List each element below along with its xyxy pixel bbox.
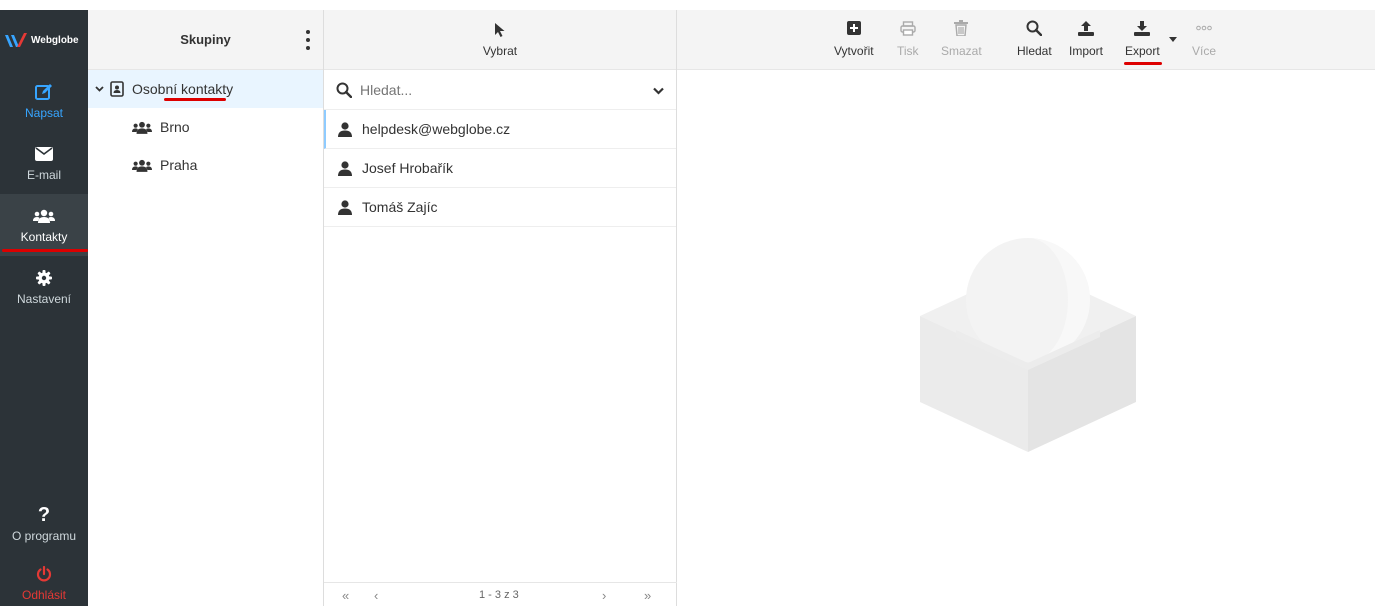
contact-name: helpdesk@webglobe.cz (362, 121, 511, 137)
print-button[interactable]: Tisk (897, 18, 919, 58)
nav-compose[interactable]: Napsat (0, 70, 88, 132)
contact-item[interactable]: Josef Hrobařík (324, 149, 676, 188)
download-icon (1134, 18, 1151, 38)
more-label: Více (1192, 44, 1217, 58)
select-label: Vybrat (482, 43, 518, 58)
export-dropdown-caret-icon[interactable] (1169, 37, 1177, 42)
question-icon: ? (37, 503, 51, 526)
import-button[interactable]: Import (1069, 18, 1103, 58)
main-nav: Webglobe Napsat E-mail Kontakty Nastaven… (0, 10, 88, 606)
users-icon (33, 206, 55, 226)
logo-text: Webglobe (31, 34, 79, 46)
contact-name: Tomáš Zajíc (362, 199, 438, 215)
chevron-down-icon[interactable] (653, 82, 664, 98)
compose-icon (35, 82, 53, 102)
group-item-brno[interactable]: Brno (88, 108, 323, 146)
print-label: Tisk (897, 44, 919, 58)
create-button[interactable]: Vytvořit (834, 18, 874, 58)
search-input[interactable] (360, 81, 620, 98)
groups-header: Skupiny (88, 10, 323, 70)
contacts-panel: Vybrat helpdesk@webglobe.cz Josef Hrobař… (324, 10, 677, 606)
plus-square-icon (846, 18, 861, 38)
nav-contacts[interactable]: Kontakty (0, 194, 88, 256)
users-icon (132, 121, 152, 134)
select-button[interactable]: Vybrat (324, 10, 676, 70)
export-label: Export (1125, 44, 1160, 58)
delete-button[interactable]: Smazat (941, 18, 982, 58)
group-item-praha[interactable]: Praha (88, 146, 323, 184)
more-button[interactable]: Více (1192, 18, 1216, 58)
first-page-button[interactable]: « (342, 588, 349, 603)
printer-icon (900, 18, 916, 38)
more-dots-icon (1196, 18, 1212, 38)
person-icon (338, 160, 352, 176)
nav-settings[interactable]: Nastavení (0, 256, 88, 318)
contact-item[interactable]: helpdesk@webglobe.cz (324, 110, 676, 149)
toolbar: Vytvořit Tisk Smazat Hledat Import Expor… (677, 10, 1375, 70)
nav-logout[interactable]: Odhlásit (0, 560, 88, 606)
annotation-underline-personal (164, 98, 226, 101)
search-icon (1026, 18, 1043, 38)
contact-item[interactable]: Tomáš Zajíc (324, 188, 676, 227)
create-label: Vytvořit (834, 44, 874, 58)
prev-page-button[interactable]: ‹ (374, 588, 378, 603)
next-page-button[interactable]: › (602, 588, 606, 603)
group-label: Brno (160, 119, 190, 135)
import-label: Import (1069, 44, 1104, 58)
kebab-menu-icon[interactable] (305, 30, 311, 50)
nav-about[interactable]: ? O programu (0, 493, 88, 555)
users-icon (132, 159, 152, 172)
group-item-personal[interactable]: Osobní kontakty (88, 70, 323, 108)
nav-compose-label: Napsat (24, 106, 64, 120)
power-icon (36, 564, 52, 584)
cursor-arrow-icon (494, 22, 506, 38)
person-icon (338, 199, 352, 215)
search-button[interactable]: Hledat (1017, 18, 1052, 58)
chevron-down-icon[interactable] (88, 84, 110, 95)
annotation-underline-contacts (2, 249, 88, 252)
envelope-icon (35, 144, 53, 164)
group-label: Osobní kontakty (132, 81, 234, 97)
search-bar[interactable] (324, 70, 676, 110)
webglobe-logo-icon (4, 31, 28, 49)
empty-state-illustration (920, 238, 1136, 455)
person-icon (338, 121, 352, 137)
nav-logout-label: Odhlásit (21, 588, 67, 602)
pager: « ‹ 1 - 3 z 3 › » (324, 582, 677, 606)
trash-icon (954, 18, 969, 38)
export-button[interactable]: Export (1125, 18, 1160, 58)
last-page-button[interactable]: » (644, 588, 651, 603)
annotation-underline-export (1124, 62, 1162, 65)
page-info: 1 - 3 z 3 (479, 589, 519, 601)
webglobe-logo[interactable]: Webglobe (0, 10, 88, 70)
nav-email[interactable]: E-mail (0, 132, 88, 194)
nav-about-label: O programu (11, 529, 77, 543)
nav-contacts-label: Kontakty (20, 230, 68, 244)
groups-title: Skupiny (180, 32, 231, 47)
delete-label: Smazat (941, 44, 982, 58)
search-label: Hledat (1017, 44, 1052, 58)
search-icon (336, 82, 352, 98)
contact-name: Josef Hrobařík (362, 160, 454, 176)
gear-icon (36, 268, 52, 288)
upload-icon (1078, 18, 1094, 38)
address-book-icon (110, 81, 124, 97)
nav-settings-label: Nastavení (16, 292, 72, 306)
nav-email-label: E-mail (26, 168, 61, 182)
group-label: Praha (160, 157, 198, 173)
